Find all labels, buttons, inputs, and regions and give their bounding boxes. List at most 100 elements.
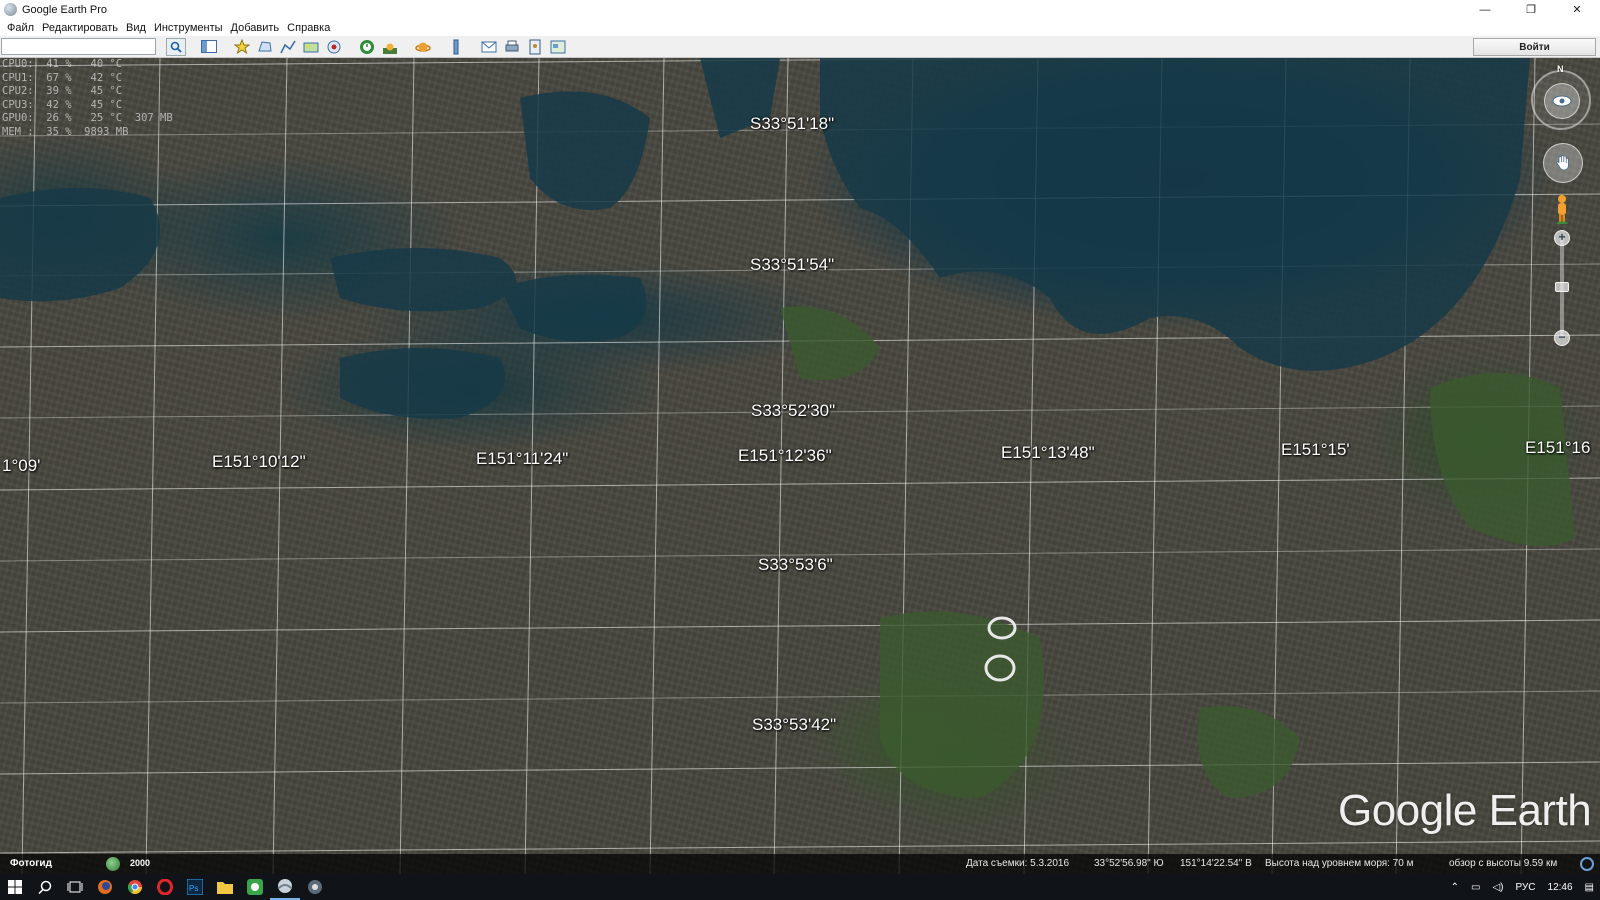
- historical-imagery-icon: [360, 39, 374, 54]
- add-placemark-button[interactable]: [232, 38, 252, 56]
- start-button[interactable]: [0, 874, 30, 900]
- network-icon[interactable]: ▭: [1465, 882, 1486, 893]
- image-overlay-icon: [303, 42, 319, 52]
- longitude-label: E151°13'48": [1001, 443, 1095, 462]
- sidebar-toggle-button[interactable]: [199, 38, 219, 56]
- longitude-label: E151°16: [1525, 438, 1591, 457]
- firefox-icon: [98, 880, 112, 894]
- north-indicator[interactable]: N: [1557, 64, 1564, 74]
- taskbar-photoshop[interactable]: Ps: [180, 874, 210, 900]
- notifications-icon[interactable]: ▤: [1579, 882, 1600, 893]
- cursor-latitude: 33°52'56.98" Ю: [1094, 858, 1164, 869]
- elevation-readout: Высота над уровнем моря: 70 м: [1265, 858, 1414, 869]
- minimize-button[interactable]: —: [1462, 0, 1508, 19]
- keyboard-language[interactable]: РУС: [1509, 882, 1541, 893]
- sidebar-icon: [201, 40, 217, 53]
- window-title: Google Earth Pro: [22, 3, 107, 16]
- taskbar-search-button[interactable]: [30, 874, 60, 900]
- toolbar: Войти: [0, 36, 1600, 58]
- print-button[interactable]: [502, 38, 522, 56]
- search-button[interactable]: [166, 37, 186, 56]
- add-path-button[interactable]: [278, 38, 298, 56]
- street-view-pegman-icon[interactable]: [1555, 194, 1569, 224]
- search-icon: [38, 880, 52, 894]
- hand-icon: [1556, 155, 1569, 171]
- latitude-label: S33°53'42": [752, 715, 837, 734]
- cursor-longitude: 151°14'22.54" В: [1180, 858, 1252, 869]
- longitude-label: E151°10'12": [212, 452, 306, 471]
- menu-edit[interactable]: Редактировать: [38, 22, 122, 34]
- tray-overflow-icon[interactable]: ⌃: [1445, 882, 1465, 893]
- streaming-status-icon: [1580, 857, 1594, 871]
- view-in-maps-button[interactable]: [548, 38, 568, 56]
- google-earth-logo: Google Earth: [1338, 786, 1592, 835]
- switch-planet-button[interactable]: [413, 38, 433, 56]
- add-image-overlay-button[interactable]: [301, 38, 321, 56]
- latitude-label: S33°52'30": [751, 401, 836, 420]
- task-view-button[interactable]: [60, 874, 90, 900]
- zoom-slider-thumb[interactable]: [1555, 282, 1569, 292]
- close-button[interactable]: ✕: [1554, 0, 1600, 19]
- menu-view[interactable]: Вид: [122, 22, 150, 34]
- photoshop-icon: Ps: [187, 879, 203, 895]
- longitude-label: E151°11'24": [476, 449, 569, 468]
- save-image-button[interactable]: [525, 38, 545, 56]
- taskbar-opera[interactable]: [150, 874, 180, 900]
- title-bar: Google Earth Pro — ❐ ✕: [0, 0, 1600, 19]
- system-tray: ⌃ ▭ ◁) РУС 12:46 ▤: [1445, 874, 1600, 900]
- cpu0-readout: CPU0: 41 % 40 °C: [2, 58, 123, 70]
- recorder-icon: [247, 879, 263, 895]
- taskbar-camtasia[interactable]: [240, 874, 270, 900]
- chrome-icon: [127, 880, 142, 894]
- map-view[interactable]: CPU0: 41 % 40 °C CPU1: 67 % 42 °C CPU2: 39…: [0, 58, 1600, 874]
- tour-guide-button[interactable]: Фотогид: [10, 858, 52, 869]
- polygon-icon: [258, 40, 272, 51]
- gpu0-readout: GPU0: 26 % 25 °C 307 MB: [2, 112, 173, 124]
- volume-icon[interactable]: ◁): [1486, 882, 1509, 893]
- placemark-icon: [234, 38, 250, 54]
- historical-imagery-button[interactable]: [357, 38, 377, 56]
- search-input[interactable]: [1, 38, 156, 55]
- taskbar-app-extra[interactable]: [300, 874, 330, 900]
- sunlight-button[interactable]: [380, 38, 400, 56]
- imagery-date: Дата съемки: 5.3.2016: [966, 858, 1070, 869]
- taskbar-google-earth[interactable]: [270, 874, 300, 900]
- email-icon: [481, 41, 497, 52]
- cpu3-readout: CPU3: 42 % 45 °C: [2, 98, 123, 111]
- taskbar-chrome[interactable]: [120, 874, 150, 900]
- task-view-icon: [67, 881, 83, 893]
- longitude-label: 1°09': [2, 456, 41, 475]
- longitude-label: E151°12'36": [738, 446, 832, 465]
- record-tour-icon: [327, 40, 341, 53]
- zoom-in-button[interactable]: +: [1554, 230, 1570, 246]
- taskbar-firefox[interactable]: [90, 874, 120, 900]
- maps-icon: [550, 40, 566, 53]
- taskbar-file-explorer[interactable]: [210, 874, 240, 900]
- app-icon: [308, 880, 322, 894]
- menu-add[interactable]: Добавить: [227, 22, 284, 34]
- windows-logo-icon: [8, 880, 22, 894]
- menu-file[interactable]: Файл: [3, 22, 38, 34]
- svg-text:Ps: Ps: [189, 884, 198, 893]
- cpu2-readout: CPU2: 39 % 45 °C: [2, 85, 123, 97]
- email-button[interactable]: [479, 38, 499, 56]
- record-tour-button[interactable]: [324, 38, 344, 56]
- menu-help[interactable]: Справка: [283, 22, 334, 34]
- maximize-button[interactable]: ❐: [1508, 0, 1554, 19]
- sign-in-button[interactable]: Войти: [1473, 38, 1596, 56]
- look-joystick[interactable]: [1544, 83, 1580, 119]
- add-polygon-button[interactable]: [255, 38, 275, 56]
- planet-icon: [415, 42, 431, 52]
- historical-imagery-globe-icon[interactable]: [106, 857, 120, 871]
- status-bar: Фотогид 2000 Дата съемки: 5.3.2016 33°52…: [0, 854, 1600, 874]
- cpu1-readout: CPU1: 67 % 42 °C: [2, 71, 123, 84]
- print-icon: [505, 40, 519, 51]
- zoom-out-button[interactable]: −: [1554, 330, 1570, 346]
- imagery-year: 2000: [130, 858, 151, 868]
- hardware-monitor-overlay: CPU0: 41 % 40 °C CPU1: 67 % 42 °C CPU2: 39…: [2, 58, 173, 139]
- google-earth-icon: [278, 879, 292, 893]
- clock[interactable]: 12:46: [1542, 882, 1579, 893]
- menu-tools[interactable]: Инструменты: [150, 22, 227, 34]
- move-joystick[interactable]: [1543, 143, 1583, 183]
- ruler-button[interactable]: [446, 38, 466, 56]
